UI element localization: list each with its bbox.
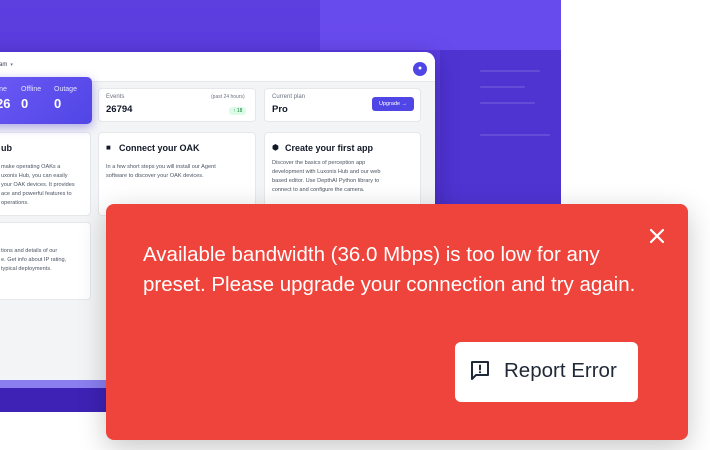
cube-icon: ⬢ bbox=[272, 143, 279, 152]
events-label: Events bbox=[106, 94, 125, 100]
outage-stat: Outage 0 bbox=[54, 86, 77, 111]
create-app-card-title: Create your first app bbox=[285, 143, 374, 153]
connect-card-title: Connect your OAK bbox=[119, 143, 200, 153]
plan-value: Pro bbox=[272, 104, 288, 115]
upgrade-button[interactable]: Upgrade → bbox=[372, 97, 415, 111]
ghost-line bbox=[480, 134, 550, 136]
outage-label: Outage bbox=[54, 86, 77, 93]
offline-stat: Offline 0 bbox=[21, 86, 41, 111]
events-period: (past 24 hours) bbox=[211, 94, 245, 100]
offline-value: 0 bbox=[21, 96, 29, 111]
camera-icon: ■ bbox=[106, 143, 111, 152]
ghost-line bbox=[480, 102, 535, 104]
team-label: team bbox=[0, 62, 8, 68]
hub-card: ub make operating OAKs a uxonis Hub, you… bbox=[0, 132, 91, 216]
online-stat: line 26 bbox=[0, 86, 10, 111]
ghost-line bbox=[480, 70, 540, 72]
connect-card-text: In a few short steps you will install ou… bbox=[106, 164, 216, 179]
error-message: Available bandwidth (36.0 Mbps) is too l… bbox=[143, 243, 636, 296]
plan-label: Current plan bbox=[272, 94, 306, 100]
plan-card: Current plan Pro Upgrade → bbox=[264, 88, 421, 122]
ghost-line bbox=[480, 86, 525, 88]
device-info-text: tions and details of our e. Get info abo… bbox=[1, 248, 67, 272]
close-icon[interactable] bbox=[644, 223, 670, 249]
hub-card-text: make operating OAKs a uxonis Hub, you ca… bbox=[1, 164, 75, 206]
events-trend-badge: ↑ 18 bbox=[229, 107, 247, 115]
offline-label: Offline bbox=[21, 86, 42, 93]
report-flag-icon bbox=[468, 359, 492, 383]
device-info-card: tions and details of our e. Get info abo… bbox=[0, 222, 91, 300]
online-label: line bbox=[0, 86, 7, 93]
error-toast: Available bandwidth (36.0 Mbps) is too l… bbox=[106, 204, 688, 440]
avatar[interactable]: ● bbox=[413, 62, 427, 76]
events-card: Events (past 24 hours) 26794 ↑ 18 bbox=[98, 88, 256, 122]
report-error-label: Report Error bbox=[504, 359, 617, 382]
hub-card-title: ub bbox=[1, 143, 12, 153]
team-selector[interactable]: team▾ bbox=[0, 62, 13, 68]
events-value: 26794 bbox=[106, 104, 133, 115]
create-app-card-text: Discover the basics of perception app de… bbox=[272, 160, 381, 193]
outage-value: 0 bbox=[54, 96, 62, 111]
backdrop-band bbox=[320, 0, 561, 50]
online-value: 26 bbox=[0, 96, 11, 111]
chevron-down-icon: ▾ bbox=[10, 62, 13, 68]
report-error-button[interactable]: Report Error bbox=[455, 342, 638, 402]
device-status-card: line 26 Offline 0 Outage 0 bbox=[0, 77, 92, 124]
screen: team▾ ● Events (past 24 hours) 26794 ↑ 1… bbox=[0, 0, 710, 450]
